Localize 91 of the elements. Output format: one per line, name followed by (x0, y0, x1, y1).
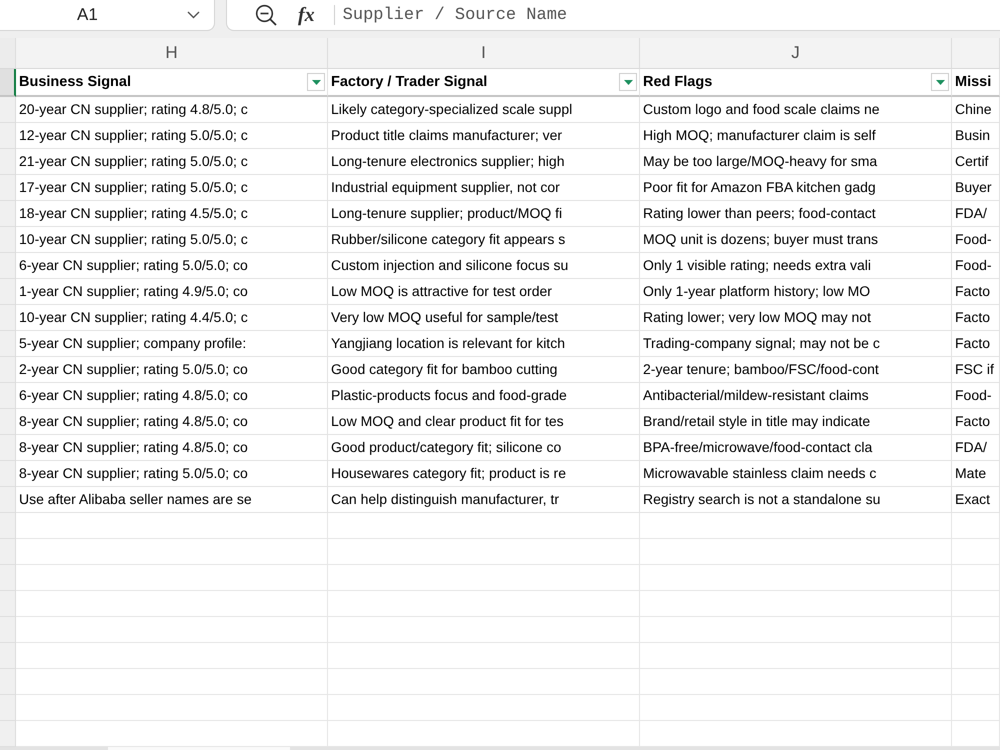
table-cell: 10-year CN supplier; rating 5.0/5.0; c (16, 227, 328, 253)
caret-down-icon (624, 80, 632, 84)
table-cell: Product title claims manufacturer; ver (328, 123, 640, 149)
table-cell: Long-tenure electronics supplier; high (328, 149, 640, 175)
table-cell: High MOQ; manufacturer claim is self (640, 123, 952, 149)
table-cell: Facto (952, 409, 1000, 435)
empty-cell (952, 617, 1000, 643)
table-cell: Buyer (952, 175, 1000, 201)
table-cell: Very low MOQ useful for sample/test (328, 305, 640, 331)
table-cell: Industrial equipment supplier, not cor (328, 175, 640, 201)
empty-cell (952, 695, 1000, 721)
table-cell: Microwavable stainless claim needs c (640, 461, 952, 487)
table-cell: Custom injection and silicone focus su (328, 253, 640, 279)
table-cell: Housewares category fit; product is re (328, 461, 640, 487)
table-cell: 17-year CN supplier; rating 5.0/5.0; c (16, 175, 328, 201)
table-cell: 8-year CN supplier; rating 5.0/5.0; co (16, 461, 328, 487)
table-cell: MOQ unit is dozens; buyer must trans (640, 227, 952, 253)
table-cell: Poor fit for Amazon FBA kitchen gadg (640, 175, 952, 201)
table-cell: Food- (952, 383, 1000, 409)
empty-cell (952, 513, 1000, 539)
column-header[interactable]: I (328, 38, 640, 69)
table-cell: Food- (952, 253, 1000, 279)
table-cell: Facto (952, 305, 1000, 331)
column-title: Missi (955, 74, 992, 90)
table-cell: 2-year CN supplier; rating 5.0/5.0; co (16, 357, 328, 383)
table-cell: Plastic-products focus and food-grade (328, 383, 640, 409)
table-cell: Antibacterial/mildew-resistant claims (640, 383, 952, 409)
table-cell: Rating lower; very low MOQ may not (640, 305, 952, 331)
table-cell: FSC if (952, 357, 1000, 383)
caret-down-icon (312, 80, 320, 84)
table-cell: Exact (952, 487, 1000, 513)
table-cell: Food- (952, 227, 1000, 253)
table-cell: 6-year CN supplier; rating 5.0/5.0; co (16, 253, 328, 279)
column-title: Factory / Trader Signal (331, 74, 488, 90)
table-cell: Can help distinguish manufacturer, tr (328, 487, 640, 513)
column-header[interactable]: H (16, 38, 328, 69)
table-cell: Mate (952, 461, 1000, 487)
empty-cell (952, 565, 1000, 591)
table-cell: 21-year CN supplier; rating 5.0/5.0; c (16, 149, 328, 175)
table-cell: 8-year CN supplier; rating 4.8/5.0; co (16, 435, 328, 461)
table-cell: 8-year CN supplier; rating 4.8/5.0; co (16, 409, 328, 435)
table-cell: 18-year CN supplier; rating 4.5/5.0; c (16, 201, 328, 227)
table-cell: Use after Alibaba seller names are se (16, 487, 328, 513)
empty-cell (952, 669, 1000, 695)
table-cell: Chine (952, 97, 1000, 123)
empty-cell (952, 643, 1000, 669)
column-title: Red Flags (643, 74, 712, 90)
table-cell: Yangjiang location is relevant for kitch (328, 331, 640, 357)
table-cell: 5-year CN supplier; company profile: (16, 331, 328, 357)
table-cell: 6-year CN supplier; rating 4.8/5.0; co (16, 383, 328, 409)
insert-function-button[interactable]: fx (296, 4, 317, 26)
table-cell: Good category fit for bamboo cutting (328, 357, 640, 383)
table-cell: Registry search is not a standalone su (640, 487, 952, 513)
caret-down-icon (936, 80, 944, 84)
row-header[interactable] (0, 69, 16, 97)
table-cell: Busin (952, 123, 1000, 149)
filter-button[interactable] (307, 73, 325, 91)
table-cell: May be too large/MOQ-heavy for sma (640, 149, 952, 175)
table-cell: Facto (952, 331, 1000, 357)
table-cell: Only 1 visible rating; needs extra vali (640, 253, 952, 279)
filter-button[interactable] (619, 73, 637, 91)
zoom-out-icon[interactable] (255, 4, 277, 26)
chevron-down-icon[interactable] (187, 11, 200, 19)
table-cell: BPA-free/microwave/food-contact cla (640, 435, 952, 461)
column-title: Business Signal (19, 74, 132, 90)
table-cell: FDA/ (952, 201, 1000, 227)
name-box[interactable]: A1 (0, 0, 215, 31)
table-cell: Trading-company signal; may not be c (640, 331, 952, 357)
table-cell: Facto (952, 279, 1000, 305)
empty-cell (952, 591, 1000, 617)
table-cell: Brand/retail style in title may indicate (640, 409, 952, 435)
table-cell: Low MOQ is attractive for test order (328, 279, 640, 305)
table-cell: 20-year CN supplier; rating 4.8/5.0; c (16, 97, 328, 123)
table-cell: Likely category-specialized scale suppl (328, 97, 640, 123)
table-cell: Rating lower than peers; food-contact (640, 201, 952, 227)
table-cell: Only 1-year platform history; low MO (640, 279, 952, 305)
table-cell: Long-tenure supplier; product/MOQ fi (328, 201, 640, 227)
formula-input[interactable]: Supplier / Source Name (342, 6, 1000, 24)
table-cell: 2-year tenure; bamboo/FSC/food-cont (640, 357, 952, 383)
table-cell: 12-year CN supplier; rating 5.0/5.0; c (16, 123, 328, 149)
table-cell: Good product/category fit; silicone co (328, 435, 640, 461)
table-cell: FDA/ (952, 435, 1000, 461)
table-cell: Certif (952, 149, 1000, 175)
filter-button[interactable] (931, 73, 949, 91)
table-cell: Rubber/silicone category fit appears s (328, 227, 640, 253)
column-header[interactable]: J (640, 38, 952, 69)
table-cell: 10-year CN supplier; rating 4.4/5.0; c (16, 305, 328, 331)
empty-cell (952, 539, 1000, 565)
table-cell: 1-year CN supplier; rating 4.9/5.0; co (16, 279, 328, 305)
table-cell: Low MOQ and clear product fit for tes (328, 409, 640, 435)
table-cell: Custom logo and food scale claims ne (640, 97, 952, 123)
